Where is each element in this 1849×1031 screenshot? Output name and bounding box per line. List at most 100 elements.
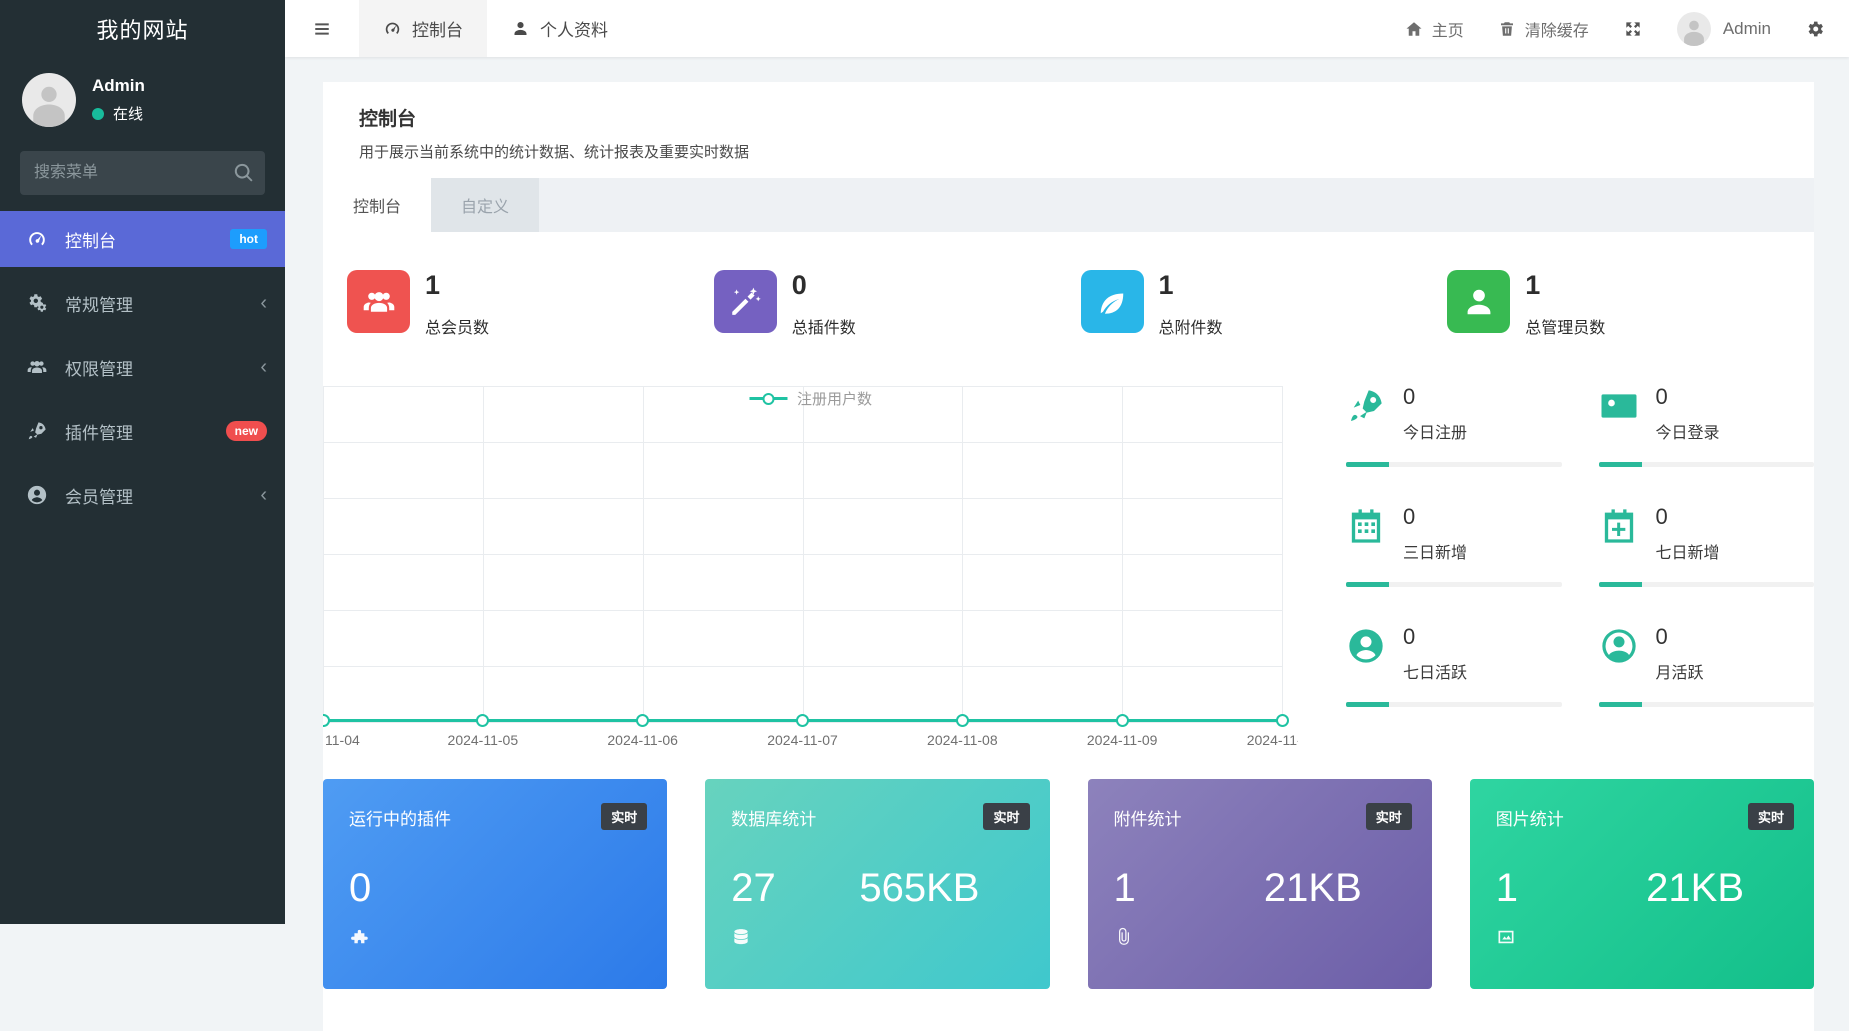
chart-data-point [1116,714,1129,727]
chart-x-tick: 2024-11-05 [448,732,519,748]
mini-stat-value: 0 [1656,626,1704,648]
chart-data-point [476,714,489,727]
chart-plot [323,386,1282,722]
topbar-tab-profile[interactable]: 个人资料 [487,0,632,57]
main-content: 控制台 用于展示当前系统中的统计数据、统计报表及重要实时数据 控制台自定义 1总… [285,57,1849,924]
trash-icon [1498,20,1516,38]
topbar-tabs: 控制台 个人资料 [359,0,632,57]
sidebar-item-dashboard[interactable]: 控制台hot [0,211,285,267]
search-input[interactable] [20,151,265,195]
app-title: 我的网站 [0,0,285,57]
stat-icon-tile [347,270,410,333]
chart-x-tick: 2024-11-09 [1087,732,1158,748]
menu-search [20,151,265,195]
sidebar-item-label: 插件管理 [65,419,209,444]
mini-stat-label: 七日新增 [1656,539,1720,563]
summary-card-attachments: 附件统计实时121KB [1088,779,1432,989]
leaf-icon [1094,284,1130,320]
rocket-icon [26,420,48,442]
users-icon [26,356,48,378]
sidebar-item-label: 常规管理 [65,291,243,316]
card-title: 数据库统计 [731,805,1023,830]
fullscreen-icon[interactable] [1623,19,1643,39]
gears-icon[interactable] [1805,19,1825,39]
mini-stat: 0七日新增 [1599,506,1815,587]
summary-card-addons: 运行中的插件实时0 [323,779,667,989]
chart-gridline-h [323,610,1282,611]
page-subtitle: 用于展示当前系统中的统计数据、统计报表及重要实时数据 [359,141,1778,178]
sidebar-item-addon[interactable]: 插件管理 new [0,403,285,459]
panel-tab-dashboard[interactable]: 控制台 [323,178,431,232]
sidebar-item-auth[interactable]: 权限管理‹ [0,339,285,395]
home-icon [1405,20,1423,38]
card-value: 1 [1496,866,1518,911]
chart-x-tick: 2024-11-06 [607,732,678,748]
card-value: 21KB [1646,866,1744,911]
sidebar-item-general[interactable]: 常规管理‹ [0,275,285,331]
card-title: 图片统计 [1496,805,1788,830]
realtime-badge: 实时 [1748,803,1794,830]
mini-stat: 0三日新增 [1346,506,1562,587]
stat-box: 1总附件数 [1081,270,1448,338]
user-panel: Admin 在线 [0,57,285,143]
stat-value: 1 [425,272,489,299]
sidebar-item-user[interactable]: 会员管理‹ [0,467,285,523]
card-value: 21KB [1264,866,1362,911]
id-card-icon [1599,386,1639,426]
topbar-avatar [1677,12,1711,46]
stat-box: 1总管理员数 [1447,270,1814,338]
search-icon[interactable] [233,162,255,184]
menu-badge: new [226,421,267,441]
topbar-tab-label: 控制台 [412,16,463,41]
stat-label: 总会员数 [425,314,489,338]
mini-stat: 0七日活跃 [1346,626,1562,707]
mini-stat-value: 0 [1656,386,1720,408]
online-dot-icon [92,108,104,120]
mini-stat-progress [1346,462,1562,467]
card-value: 1 [1114,866,1136,911]
page-title: 控制台 [359,104,1778,131]
chart-x-axis: 11-042024-11-052024-11-062024-11-072024-… [323,732,1282,754]
home-link[interactable]: 主页 [1405,17,1464,41]
users-icon [361,284,397,320]
chart-gridline-h [323,442,1282,443]
panel-tab-custom[interactable]: 自定义 [431,178,539,232]
topbar-tab-label: 个人资料 [540,16,608,41]
registrations-chart: 11-042024-11-052024-11-062024-11-072024-… [323,386,1298,754]
topbar: 控制台 个人资料 主页 清除缓存 Admin [285,0,1849,57]
sidebar: 我的网站 Admin 在线 控制台hot 常规管理‹ 权限管理‹ 插件管理 new 会员管… [0,0,285,924]
stat-label: 总附件数 [1159,314,1223,338]
sidebar-item-label: 权限管理 [65,355,243,380]
clear-cache-link[interactable]: 清除缓存 [1498,17,1589,41]
mini-stats-grid: 0今日注册0今日登录0三日新增0七日新增0七日活跃0月活跃 [1346,386,1814,754]
mini-stat-label: 月活跃 [1656,659,1704,683]
chart-gridline-h [323,554,1282,555]
dashboard-icon [383,19,402,38]
topbar-tab-dashboard[interactable]: 控制台 [359,0,487,57]
card-title: 附件统计 [1114,805,1406,830]
topbar-user[interactable]: Admin [1677,12,1771,46]
mini-stat-progress [1599,702,1815,707]
mini-stat-progress [1599,582,1815,587]
user-status: 在线 [92,103,145,124]
mini-stat-label: 今日登录 [1656,419,1720,443]
plugin-icon [349,927,369,947]
stat-value: 0 [792,272,856,299]
stat-label: 总插件数 [792,314,856,338]
mini-stat: 0今日注册 [1346,386,1562,467]
chart-x-tick: 2024-11-08 [927,732,998,748]
summary-cards: 运行中的插件实时0数据库统计实时27565KB附件统计实时121KB图片统计实时… [323,779,1814,989]
summary-card-database: 数据库统计实时27565KB [705,779,1049,989]
chart-x-tick: 11-04 [325,732,360,748]
chart-data-point [323,714,330,727]
mini-stat-value: 0 [1403,506,1467,528]
hamburger-icon[interactable] [311,20,333,38]
chart-legend[interactable]: 注册用户数 [749,388,872,409]
clear-cache-label: 清除缓存 [1525,17,1589,41]
stats-row: 1 总会员数 0 总插件数 1总附件数1总管理员数 [323,270,1814,338]
sidebar-item-label: 会员管理 [65,483,243,508]
panel-tab-label: 自定义 [461,199,509,216]
chart-gridline-h [323,386,1282,387]
chart-gridline-h [323,498,1282,499]
mini-stat-value: 0 [1403,386,1467,408]
